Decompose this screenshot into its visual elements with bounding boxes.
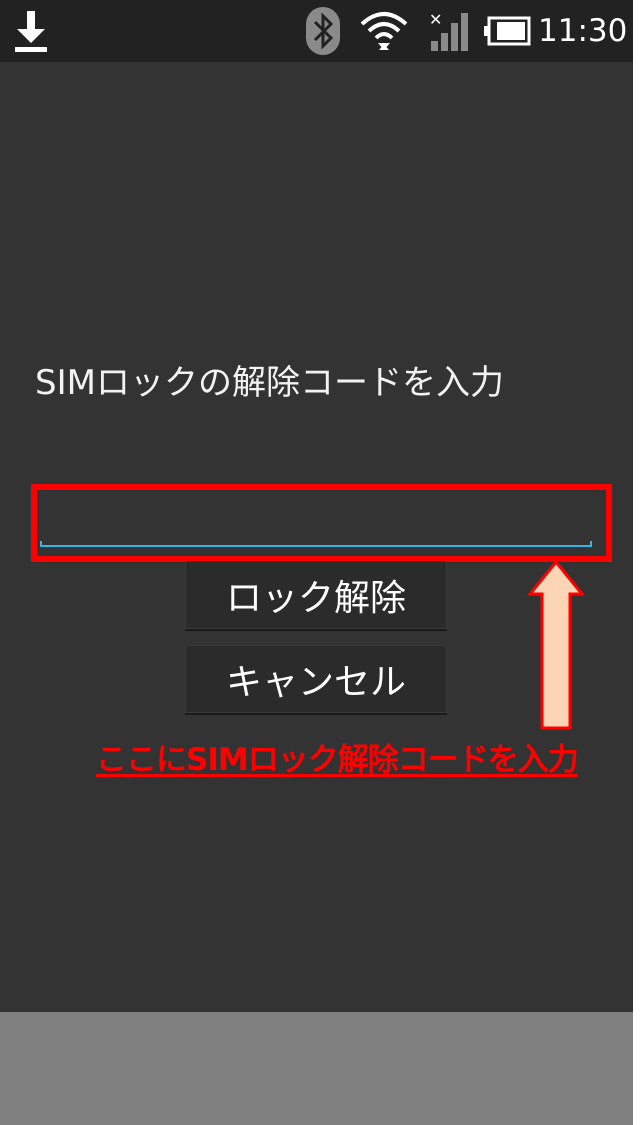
signal-icon: ✕ <box>426 0 474 62</box>
unlock-button[interactable]: ロック解除 <box>185 561 447 631</box>
battery-icon <box>482 0 532 62</box>
phone-screen: ✕ 11:30 SIMロックの解除コードを入力 ロック解除 キャンセル ここにS… <box>0 0 633 1125</box>
dialog-prompt: SIMロックの解除コードを入力 <box>35 363 504 403</box>
bottom-panel <box>0 1012 633 1125</box>
annotation-arrow-icon <box>526 560 586 730</box>
status-bar: ✕ 11:30 <box>0 0 633 62</box>
unlock-code-input[interactable] <box>40 497 592 543</box>
input-underline <box>40 541 592 547</box>
wifi-icon <box>358 0 410 62</box>
annotation-text: ここにSIMロック解除コードを入力 <box>96 742 579 778</box>
cancel-button[interactable]: キャンセル <box>185 645 447 715</box>
bluetooth-icon <box>304 0 342 62</box>
download-icon <box>8 0 54 62</box>
svg-text:✕: ✕ <box>429 10 442 29</box>
status-time: 11:30 <box>538 13 628 49</box>
